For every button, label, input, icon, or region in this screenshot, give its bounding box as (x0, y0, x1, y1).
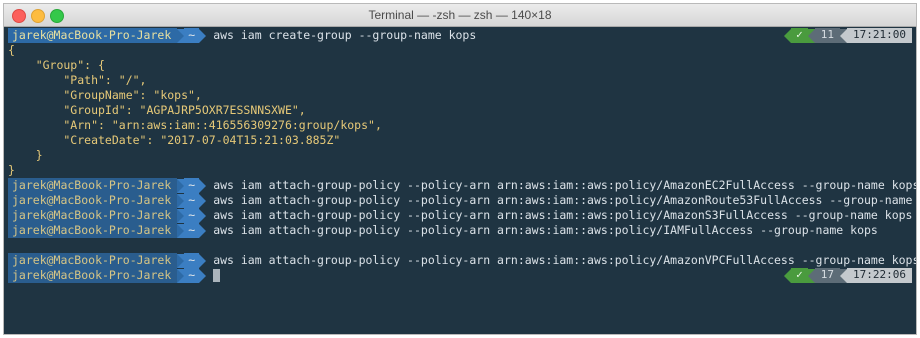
window-title: Terminal — -zsh — zsh — 140×18 (368, 8, 552, 22)
command-text: aws iam attach-group-policy --policy-arn… (213, 208, 913, 223)
prompt-dir: ~ (184, 223, 200, 238)
prompt-line: jarek@MacBook-Pro-Jarek ~ aws iam attach… (8, 193, 917, 208)
terminal-content[interactable]: jarek@MacBook-Pro-Jarek ~ aws iam create… (4, 27, 916, 334)
command-text: aws iam attach-group-policy --policy-arn… (213, 178, 917, 193)
prompt-separator (177, 208, 185, 223)
prompt-user-host: jarek@MacBook-Pro-Jarek (8, 208, 178, 223)
prompt-separator (199, 268, 207, 283)
prompt-line: jarek@MacBook-Pro-Jarek ~ aws iam attach… (8, 223, 878, 238)
command-text: aws iam attach-group-policy --policy-arn… (213, 253, 917, 268)
command-text: aws iam create-group --group-name kops (213, 28, 477, 43)
output-line: "Arn": "arn:aws:iam::416556309276:group/… (8, 118, 382, 133)
prompt-separator (199, 28, 207, 43)
status-segment: ✓ 17 17:22:06 (784, 268, 912, 283)
success-check-icon: ✓ (791, 268, 808, 283)
prompt-user-host: jarek@MacBook-Pro-Jarek (8, 253, 178, 268)
prompt-separator (177, 193, 185, 208)
command-text: aws iam attach-group-policy --policy-arn… (213, 193, 917, 208)
status-separator (784, 28, 792, 43)
terminal-window: Terminal — -zsh — zsh — 140×18 jarek@Mac… (3, 3, 917, 335)
current-prompt-line[interactable]: jarek@MacBook-Pro-Jarek ~ (8, 268, 221, 283)
prompt-separator (199, 223, 207, 238)
prompt-dir: ~ (184, 193, 200, 208)
prompt-separator (199, 253, 207, 268)
prompt-dir: ~ (184, 268, 200, 283)
prompt-user-host: jarek@MacBook-Pro-Jarek (8, 178, 178, 193)
prompt-user-host: jarek@MacBook-Pro-Jarek (8, 193, 178, 208)
prompt-separator (177, 178, 185, 193)
prompt-user-host: jarek@MacBook-Pro-Jarek (8, 268, 178, 283)
output-line: { (8, 43, 15, 58)
output-line: "Group": { (8, 58, 105, 73)
prompt-separator (199, 193, 207, 208)
prompt-dir: ~ (184, 253, 200, 268)
prompt-dir: ~ (184, 208, 200, 223)
prompt-dir: ~ (184, 178, 200, 193)
status-time: 17:22:06 (847, 268, 912, 283)
output-line: "Path": "/", (8, 73, 147, 88)
prompt-line: jarek@MacBook-Pro-Jarek ~ aws iam attach… (8, 178, 917, 193)
prompt-separator (199, 178, 207, 193)
prompt-user-host: jarek@MacBook-Pro-Jarek (8, 28, 178, 43)
history-count: 17 (814, 268, 841, 283)
history-count: 11 (814, 28, 841, 43)
prompt-separator (199, 208, 207, 223)
output-line: } (8, 148, 43, 163)
command-text: aws iam attach-group-policy --policy-arn… (213, 223, 878, 238)
prompt-separator (177, 253, 185, 268)
text-cursor[interactable] (213, 269, 221, 282)
prompt-dir: ~ (184, 28, 200, 43)
status-time: 17:21:00 (847, 28, 912, 43)
success-check-icon: ✓ (791, 28, 808, 43)
prompt-line: jarek@MacBook-Pro-Jarek ~ aws iam attach… (8, 253, 917, 268)
prompt-separator (177, 28, 185, 43)
output-line: "CreateDate": "2017-07-04T15:21:03.885Z" (8, 133, 341, 148)
status-separator (784, 268, 792, 283)
output-line: "GroupId": "AGPAJRP5OXR7ESSNNSXWE", (8, 103, 306, 118)
status-separator (807, 28, 815, 43)
prompt-separator (177, 268, 185, 283)
status-separator (807, 268, 815, 283)
prompt-user-host: jarek@MacBook-Pro-Jarek (8, 223, 178, 238)
prompt-line: jarek@MacBook-Pro-Jarek ~ aws iam create… (8, 28, 476, 43)
status-separator (840, 268, 848, 283)
output-line: } (8, 163, 15, 178)
prompt-separator (177, 223, 185, 238)
status-segment: ✓ 11 17:21:00 (784, 28, 912, 43)
title-bar: Terminal — -zsh — zsh — 140×18 (4, 4, 916, 27)
prompt-line: jarek@MacBook-Pro-Jarek ~ aws iam attach… (8, 208, 912, 223)
output-line: "GroupName": "kops", (8, 88, 202, 103)
status-separator (840, 28, 848, 43)
